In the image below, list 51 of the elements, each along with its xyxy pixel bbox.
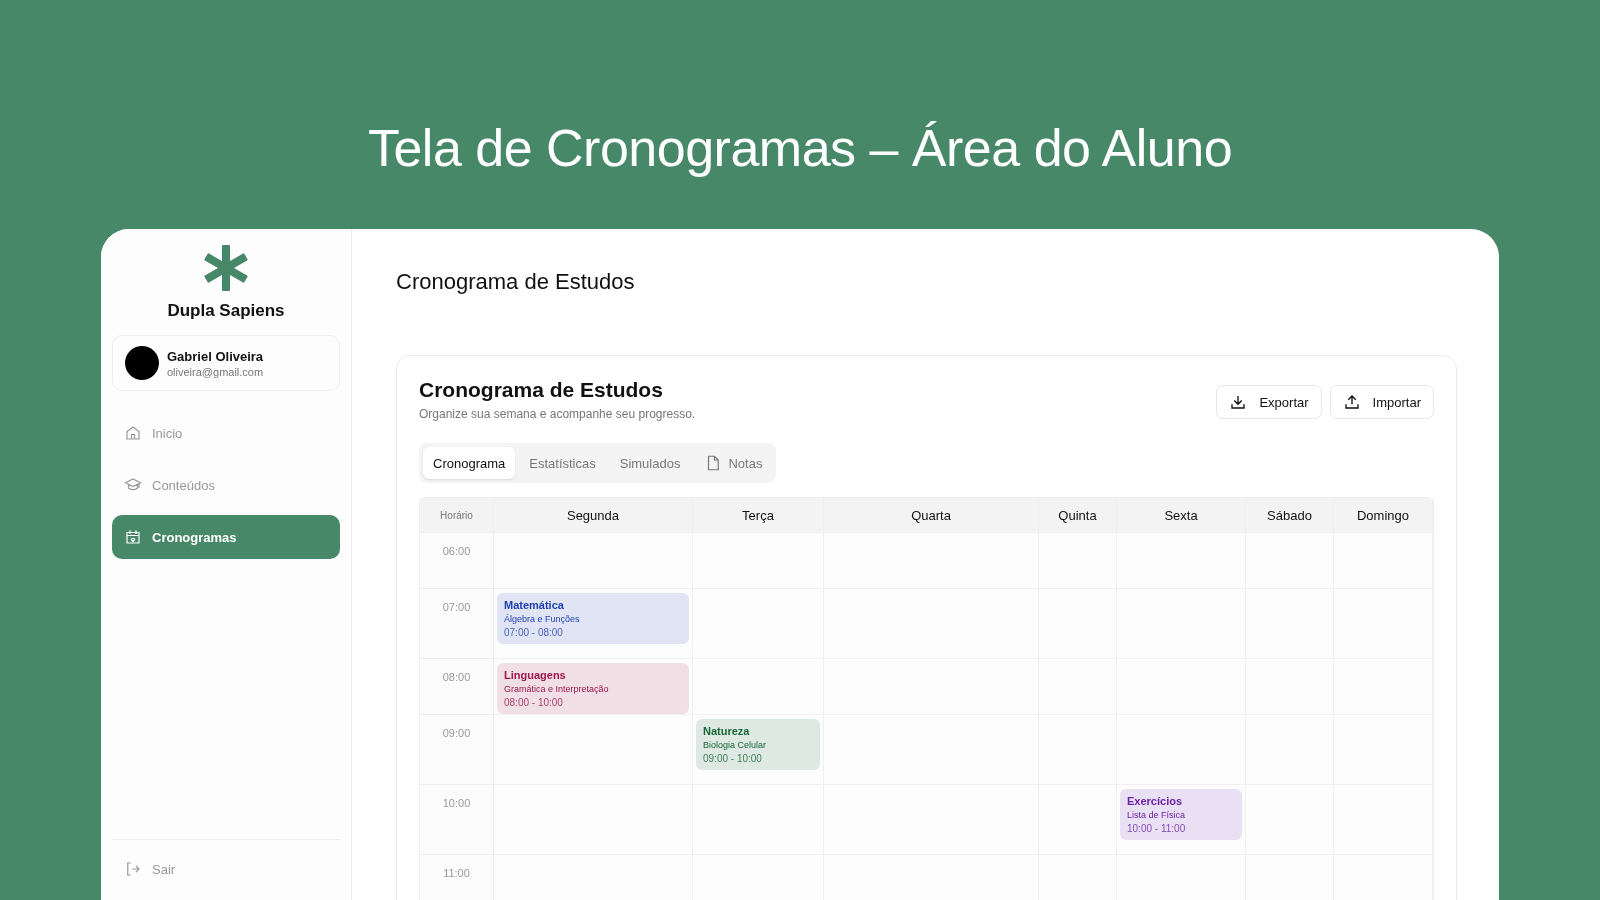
event-time: 10:00 - 11:00: [1127, 823, 1187, 834]
user-email: oliveira@gmail.com: [167, 365, 264, 378]
column-header: Segunda: [494, 498, 693, 532]
column-header: Sexta: [1117, 498, 1246, 532]
tab[interactable]: Cronograma: [423, 447, 516, 479]
panel-title: Cronograma de Estudos: [419, 378, 664, 402]
time-label: 09:00: [420, 714, 494, 784]
time-label: 06:00: [420, 532, 494, 588]
event-card[interactable]: Exercícios Lista de Física 10:00 - 11:00: [1120, 789, 1242, 840]
time-label: 10:00: [420, 784, 494, 854]
tab[interactable]: Simulados: [609, 447, 691, 479]
column-header: Sábado: [1246, 498, 1334, 532]
time-label: 07:00: [420, 588, 494, 658]
event-time: 07:00 - 08:00: [504, 627, 564, 638]
event-topic: Gramática e Interpretação: [504, 684, 610, 694]
time-label: 11:00: [420, 854, 494, 900]
column-header: Horário: [420, 498, 494, 532]
page-title: Cronograma de Estudos: [396, 269, 636, 295]
event-title: Linguagens: [504, 669, 567, 681]
action-button[interactable]: Importar: [1329, 385, 1434, 419]
event-title: Natureza: [703, 725, 751, 737]
column-header: Quinta: [1039, 498, 1117, 532]
time-label: 08:00: [420, 658, 494, 714]
asterisk-logo-icon: [203, 245, 249, 291]
download-icon: [1229, 393, 1248, 411]
user-name: Gabriel Oliveira: [167, 348, 264, 364]
event-card[interactable]: Linguagens Gramática e Interpretação 08:00 - 10:00: [497, 663, 689, 714]
tab[interactable]: Estatísticas: [519, 447, 606, 479]
event-title: Exercícios: [1127, 795, 1184, 807]
brand-name: Dupla Sapiens: [166, 301, 286, 321]
sidebar-item[interactable]: Cronogramas: [112, 515, 340, 559]
event-topic: Lista de Física: [1127, 810, 1187, 820]
logout-icon: [124, 860, 142, 878]
calendar-icon: [124, 528, 142, 546]
panel-subtitle: Organize sua semana e acompanhe seu progresso.: [419, 407, 696, 421]
event-topic: Álgebra e Funções: [504, 614, 581, 624]
event-topic: Biologia Celular: [703, 740, 768, 750]
event-card[interactable]: Matemática Álgebra e Funções 07:00 - 08:00: [497, 593, 689, 644]
column-header: Terça: [693, 498, 824, 532]
tab[interactable]: Notas: [694, 447, 773, 479]
home-icon: [124, 424, 142, 442]
column-header: Quarta: [824, 498, 1039, 532]
avatar: [125, 346, 159, 380]
event-title: Matemática: [504, 599, 565, 611]
event-time: 09:00 - 10:00: [703, 753, 763, 764]
column-header: Domingo: [1334, 498, 1433, 532]
action-button[interactable]: Exportar: [1216, 385, 1322, 419]
page-headline: Tela de Cronogramas – Área do Aluno: [367, 117, 1233, 178]
event-card[interactable]: Natureza Biologia Celular 09:00 - 10:00: [696, 719, 820, 770]
event-time: 08:00 - 10:00: [504, 697, 564, 708]
upload-icon: [1342, 393, 1361, 411]
